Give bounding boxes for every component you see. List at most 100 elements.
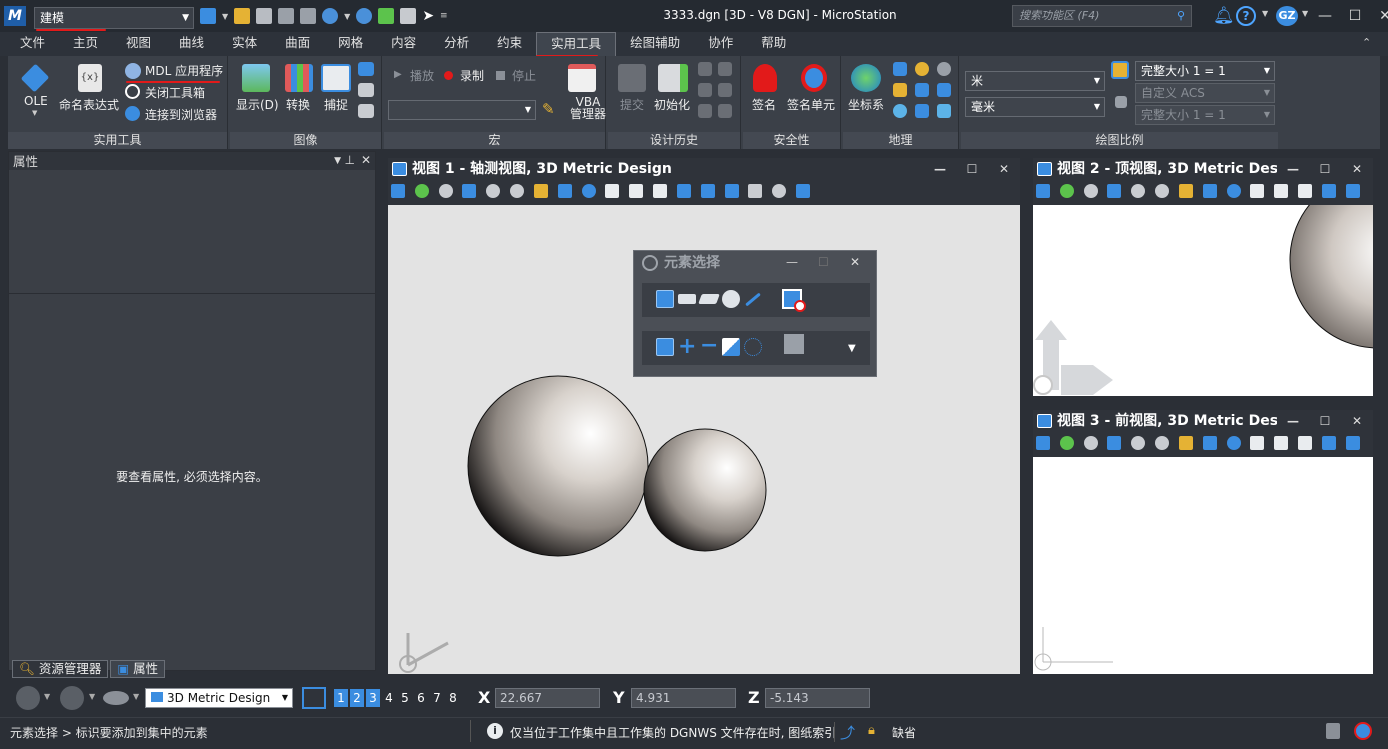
user-avatar[interactable]: GZ	[1276, 6, 1298, 26]
walk-icon[interactable]	[1274, 436, 1289, 450]
macro-select[interactable]: ▼	[388, 100, 536, 120]
back-icon[interactable]	[16, 686, 40, 710]
scale2-select[interactable]: 完整大小 1 = 1 ▼	[1135, 105, 1275, 125]
pan-hand-icon[interactable]	[1250, 184, 1265, 198]
view-toggle-2[interactable]: 2	[350, 689, 364, 707]
pointer-icon[interactable]: ➤	[422, 8, 434, 24]
lock-icon[interactable]: 🔒︎	[868, 723, 875, 738]
saved-views-icon[interactable]	[103, 691, 129, 705]
pan-hand-icon[interactable]	[1250, 436, 1265, 450]
undo-icon[interactable]	[322, 8, 339, 24]
play-icon[interactable]: ▶	[394, 69, 402, 80]
chevron-down-icon[interactable]: ▼	[32, 109, 37, 117]
zoom-out-icon[interactable]	[1155, 184, 1170, 198]
individual-selection-icon[interactable]	[656, 290, 674, 308]
y-coordinate-field[interactable]: 4.931	[631, 688, 736, 708]
view-toggle-7[interactable]: 7	[430, 689, 444, 707]
display-style-icon[interactable]	[414, 184, 429, 198]
pen-icon[interactable]	[378, 8, 395, 24]
maximize-button[interactable]: ☐	[1309, 410, 1341, 432]
connection-globe-icon[interactable]	[1354, 722, 1372, 740]
tab-explorer[interactable]: 🔍︎ 资源管理器	[12, 660, 109, 678]
convert-label[interactable]: 转换	[286, 96, 310, 113]
pin-icon[interactable]: ⊥	[345, 152, 355, 169]
rotate-view-icon[interactable]	[1226, 184, 1241, 198]
scale-lock-icon[interactable]	[1115, 96, 1127, 108]
zoom-in-icon[interactable]	[1131, 436, 1146, 450]
tab-analyze[interactable]: 分析	[430, 32, 483, 56]
chevron-down-icon[interactable]: ▼	[344, 12, 350, 21]
geo-tool-icon[interactable]	[937, 83, 951, 97]
stop-icon[interactable]	[496, 71, 505, 80]
history-tool-icon[interactable]	[718, 62, 732, 76]
convert-image-icon[interactable]	[285, 64, 313, 92]
line-selection-icon[interactable]	[745, 292, 761, 307]
commit-label[interactable]: 提交	[620, 96, 644, 113]
lighting-icon[interactable]	[438, 184, 453, 198]
close-toolboxes-label[interactable]: 关闭工具箱	[145, 84, 205, 101]
view-3-canvas[interactable]	[1033, 457, 1373, 674]
notification-bell-icon[interactable]: 🔔︎	[1213, 6, 1235, 26]
lighting-icon[interactable]	[1083, 436, 1098, 450]
brush-icon[interactable]	[1107, 184, 1122, 198]
customize-icon[interactable]: ≡	[440, 11, 448, 21]
initialize-icon[interactable]	[658, 64, 688, 92]
sphere-large[interactable]	[467, 375, 649, 557]
geo-tool-icon[interactable]	[915, 83, 929, 97]
ole-icon[interactable]	[20, 63, 50, 93]
commit-icon[interactable]	[618, 64, 646, 92]
sign-cell-label[interactable]: 签名单元	[787, 96, 835, 113]
sign-icon[interactable]	[753, 64, 777, 92]
save-settings-icon[interactable]	[278, 8, 295, 24]
vba-manager-label[interactable]: VBA 管理器	[570, 96, 606, 120]
display-style-icon[interactable]	[1059, 436, 1074, 450]
walk-icon[interactable]	[1274, 184, 1289, 198]
view-2-canvas[interactable]	[1033, 205, 1373, 396]
view-attributes-icon[interactable]	[1036, 184, 1050, 198]
pan-hand-icon[interactable]	[605, 184, 620, 198]
image-tool-icon[interactable]	[358, 62, 374, 76]
lighting-icon[interactable]	[1083, 184, 1098, 198]
capture-camera-icon[interactable]	[321, 64, 351, 92]
selection-pointer-icon[interactable]	[784, 334, 804, 354]
select-all-icon[interactable]	[744, 338, 762, 356]
workspace-icon[interactable]	[200, 8, 216, 24]
sub-unit-select[interactable]: 毫米 ▼	[965, 97, 1105, 117]
subtract-selection-icon[interactable]: −	[700, 335, 718, 357]
chevron-down-icon[interactable]: ▼	[1302, 9, 1308, 18]
microstation-logo-icon[interactable]: M	[4, 6, 26, 26]
chevron-down-icon[interactable]: ▼	[1262, 9, 1268, 18]
window-area-icon[interactable]	[533, 184, 548, 198]
sphere-top-view[interactable]	[1289, 205, 1373, 349]
help-icon[interactable]: ?	[1236, 6, 1256, 26]
history-tool-icon[interactable]	[718, 83, 732, 97]
named-expressions-icon[interactable]: {x}	[78, 64, 102, 92]
ole-label[interactable]: OLE	[24, 94, 48, 108]
minimize-button[interactable]: —	[1277, 158, 1309, 180]
connect-browser-label[interactable]: 连接到浏览器	[145, 106, 217, 123]
expand-dialog-icon[interactable]: ▼	[848, 343, 856, 354]
minimize-button[interactable]: —	[1310, 1, 1340, 31]
workflow-select[interactable]: 建模 ▼	[34, 7, 194, 29]
close-button[interactable]: ✕	[988, 158, 1020, 180]
tab-collaborate[interactable]: 协作	[694, 32, 747, 56]
brush-icon[interactable]	[462, 184, 477, 198]
geo-tool-icon[interactable]	[893, 62, 907, 76]
record-icon[interactable]	[444, 71, 453, 80]
view-toggle-5[interactable]: 5	[398, 689, 412, 707]
status-message[interactable]: 仅当位于工作集中且工作集的 DGNWS 文件存在时, 图纸索引	[510, 724, 840, 741]
compress-icon[interactable]	[300, 8, 317, 24]
tab-content[interactable]: 内容	[377, 32, 430, 56]
master-unit-select[interactable]: 米 ▼	[965, 71, 1105, 91]
tab-view[interactable]: 视图	[112, 32, 165, 56]
fly-icon[interactable]	[653, 184, 668, 198]
geo-tool-icon[interactable]	[893, 104, 907, 118]
copy-view-icon[interactable]	[724, 184, 739, 198]
zoom-out-icon[interactable]	[1155, 436, 1170, 450]
x-coordinate-field[interactable]: 22.667	[495, 688, 600, 708]
sign-label[interactable]: 签名	[752, 96, 776, 113]
collapse-ribbon-icon[interactable]: ⌃	[1362, 36, 1371, 49]
view-groups-icon[interactable]	[302, 687, 326, 709]
scale-select[interactable]: 完整大小 1 = 1 ▼	[1135, 61, 1275, 81]
view-toggle-1[interactable]: 1	[334, 689, 348, 707]
